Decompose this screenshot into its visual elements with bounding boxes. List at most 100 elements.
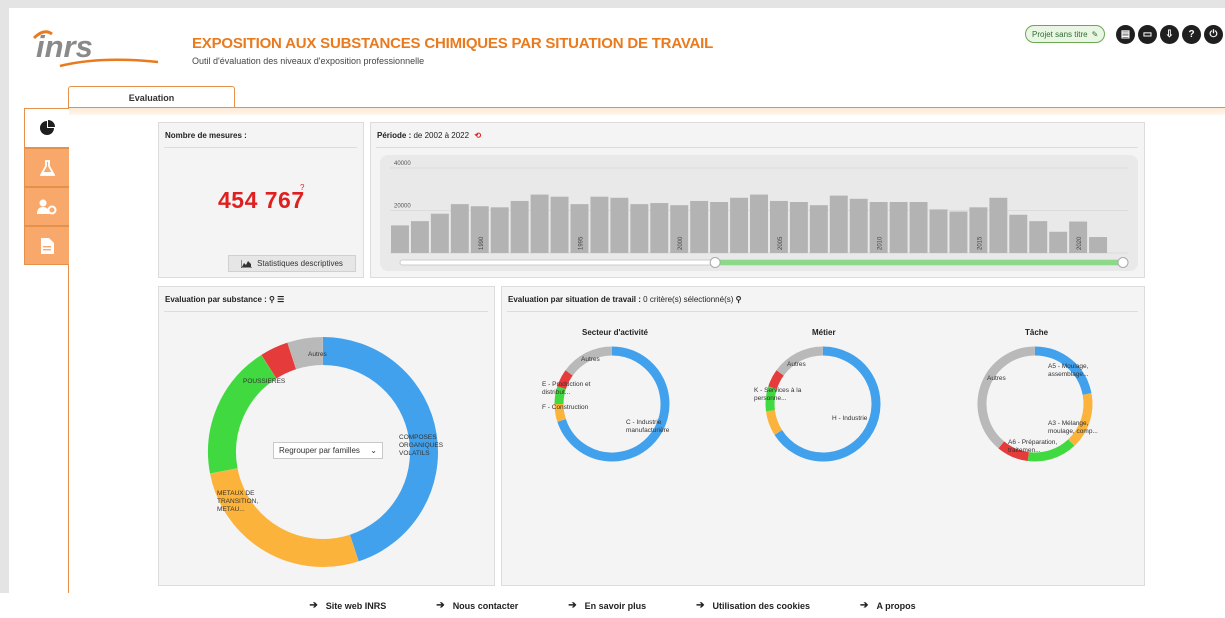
footer-link-more[interactable]: ➔ En savoir plus [568,600,646,611]
footer-link-contact[interactable]: ➔ Nous contacter [436,600,518,611]
year-bar[interactable] [490,207,509,253]
info-icon[interactable]: ? [300,183,304,192]
footer-link-site[interactable]: ➔ Site web INRS [309,600,386,611]
year-bar[interactable] [809,205,828,253]
footer-link-about[interactable]: ➔ A propos [860,600,916,611]
year-bar[interactable] [909,202,928,253]
arrow-right-icon: ➔ [696,600,705,611]
footer-link-label: Utilisation des cookies [712,600,811,611]
left-gray-band [0,0,9,618]
period-title: Période : de 2002 à 2022 ⟲ [377,131,481,140]
side-tab-pie-chart[interactable] [24,108,69,148]
x-tick-label: 2010 [878,236,884,250]
donut-label: ORGANIQUES [399,442,444,449]
period-bar-chart[interactable]: 020000400001990199520002005201020152020 [380,155,1138,271]
project-name-button[interactable]: Projet sans titre ✎ [1025,25,1106,43]
year-bar[interactable] [450,204,469,253]
area-chart-icon [241,259,253,268]
donut-label: A5 - Moulage, [1048,363,1089,370]
x-tick-label: 1995 [578,236,584,250]
help-icon[interactable]: ? [1182,25,1201,44]
power-icon[interactable]: ⏻ [1204,25,1223,44]
donut-segment-red-segment[interactable] [977,346,1036,449]
descriptive-stats-button[interactable]: Statistiques descriptives [228,255,356,272]
side-tab-substances[interactable] [24,148,69,187]
work-situation-donut-charts[interactable]: C - Industriemanufacturière E - Productio… [501,286,1145,586]
footer-link-cookies[interactable]: ➔ Utilisation des cookies [696,600,810,611]
file-icon[interactable]: ▤ [1116,25,1135,44]
y-tick-label: 20000 [394,204,411,210]
side-tab-work-situation[interactable] [24,187,69,226]
x-tick-label: 2005 [778,236,784,250]
tab-evaluation[interactable]: Evaluation [68,86,235,108]
range-slider-end-handle[interactable] [1117,257,1129,268]
year-bar[interactable] [1049,231,1068,253]
x-tick-label: 2000 [678,236,684,250]
year-bar[interactable] [430,213,449,253]
side-tab-report[interactable] [24,226,69,265]
donut-label: TRANSITION, [217,498,258,505]
year-bar[interactable] [949,211,968,253]
year-bar[interactable] [391,225,409,253]
inrs-logo[interactable]: inrs [30,22,160,72]
donut-segment-a3-m-lange-moulage-comp[interactable] [1068,393,1093,446]
donut-segment-red-segment[interactable] [261,342,297,379]
folder-open-icon[interactable]: ▭ [1138,25,1157,44]
year-bar[interactable] [750,194,768,253]
year-bar[interactable] [1009,214,1028,253]
year-bar[interactable] [829,195,848,253]
x-tick-label: 2015 [977,236,983,250]
year-bar[interactable] [510,200,529,253]
year-bar[interactable] [710,202,729,253]
download-icon[interactable]: ⇩ [1160,25,1179,44]
footer: ➔ Site web INRS ➔ Nous contacter ➔ En savoi… [0,593,1225,618]
year-bar[interactable] [410,221,429,253]
year-bar[interactable] [650,203,669,253]
year-bar[interactable] [590,196,609,253]
year-bar[interactable] [1029,221,1048,253]
year-bar[interactable] [989,197,1008,253]
top-gray-band [0,0,1225,8]
period-range: de 2002 à 2022 [413,131,470,140]
year-bar[interactable] [530,194,549,253]
year-bar[interactable] [630,204,649,253]
donut-label: traitemen... [1008,447,1041,454]
year-bar[interactable] [929,209,948,253]
divider [376,147,1138,148]
arrow-right-icon: ➔ [309,600,318,611]
pie-chart-icon [40,120,55,135]
y-tick-label: 40000 [394,161,411,167]
year-bar[interactable] [849,198,868,253]
range-slider-start-handle[interactable] [709,257,721,268]
year-bar[interactable] [889,202,908,253]
donut-label: POUSSIERES [243,378,286,385]
logo-text: inrs [36,29,93,64]
year-bar[interactable] [610,197,629,253]
group-by-select[interactable]: Regrouper par familles ⌄ [273,442,383,459]
substance-donut-chart[interactable]: COMPOSESORGANIQUESVOLATILS METAUX DETRANS… [158,286,495,586]
user-settings-icon [37,199,57,214]
app-title: EXPOSITION AUX SUBSTANCES CHIMIQUES PAR … [192,35,714,52]
arrow-right-icon: ➔ [860,600,869,611]
arrow-right-icon: ➔ [568,600,577,611]
donut-segment-k-services-la-personne[interactable] [765,409,783,435]
donut-segment-red-segment[interactable] [768,370,784,390]
app-subtitle: Outil d'évaluation des niveaux d'exposit… [192,56,425,66]
year-bar[interactable] [1089,237,1108,253]
stats-button-label: Statistiques descriptives [257,259,343,268]
reset-icon[interactable]: ⟲ [474,131,481,140]
project-label: Projet sans titre [1032,29,1088,39]
chevron-down-icon: ⌄ [370,446,377,455]
year-bar[interactable] [789,202,808,253]
year-bar[interactable] [690,200,709,253]
donut-label: METAUX DE [217,490,255,497]
footer-link-label: A propos [876,600,916,611]
arrow-right-icon: ➔ [436,600,445,611]
edit-icon: ✎ [1091,29,1099,39]
year-bar[interactable] [730,197,749,253]
donut-label: personne... [754,395,787,402]
donut-label: Autres [581,356,601,363]
donut-label: Autres [308,351,328,358]
side-tab-bar [24,108,69,265]
year-bar[interactable] [550,196,569,253]
